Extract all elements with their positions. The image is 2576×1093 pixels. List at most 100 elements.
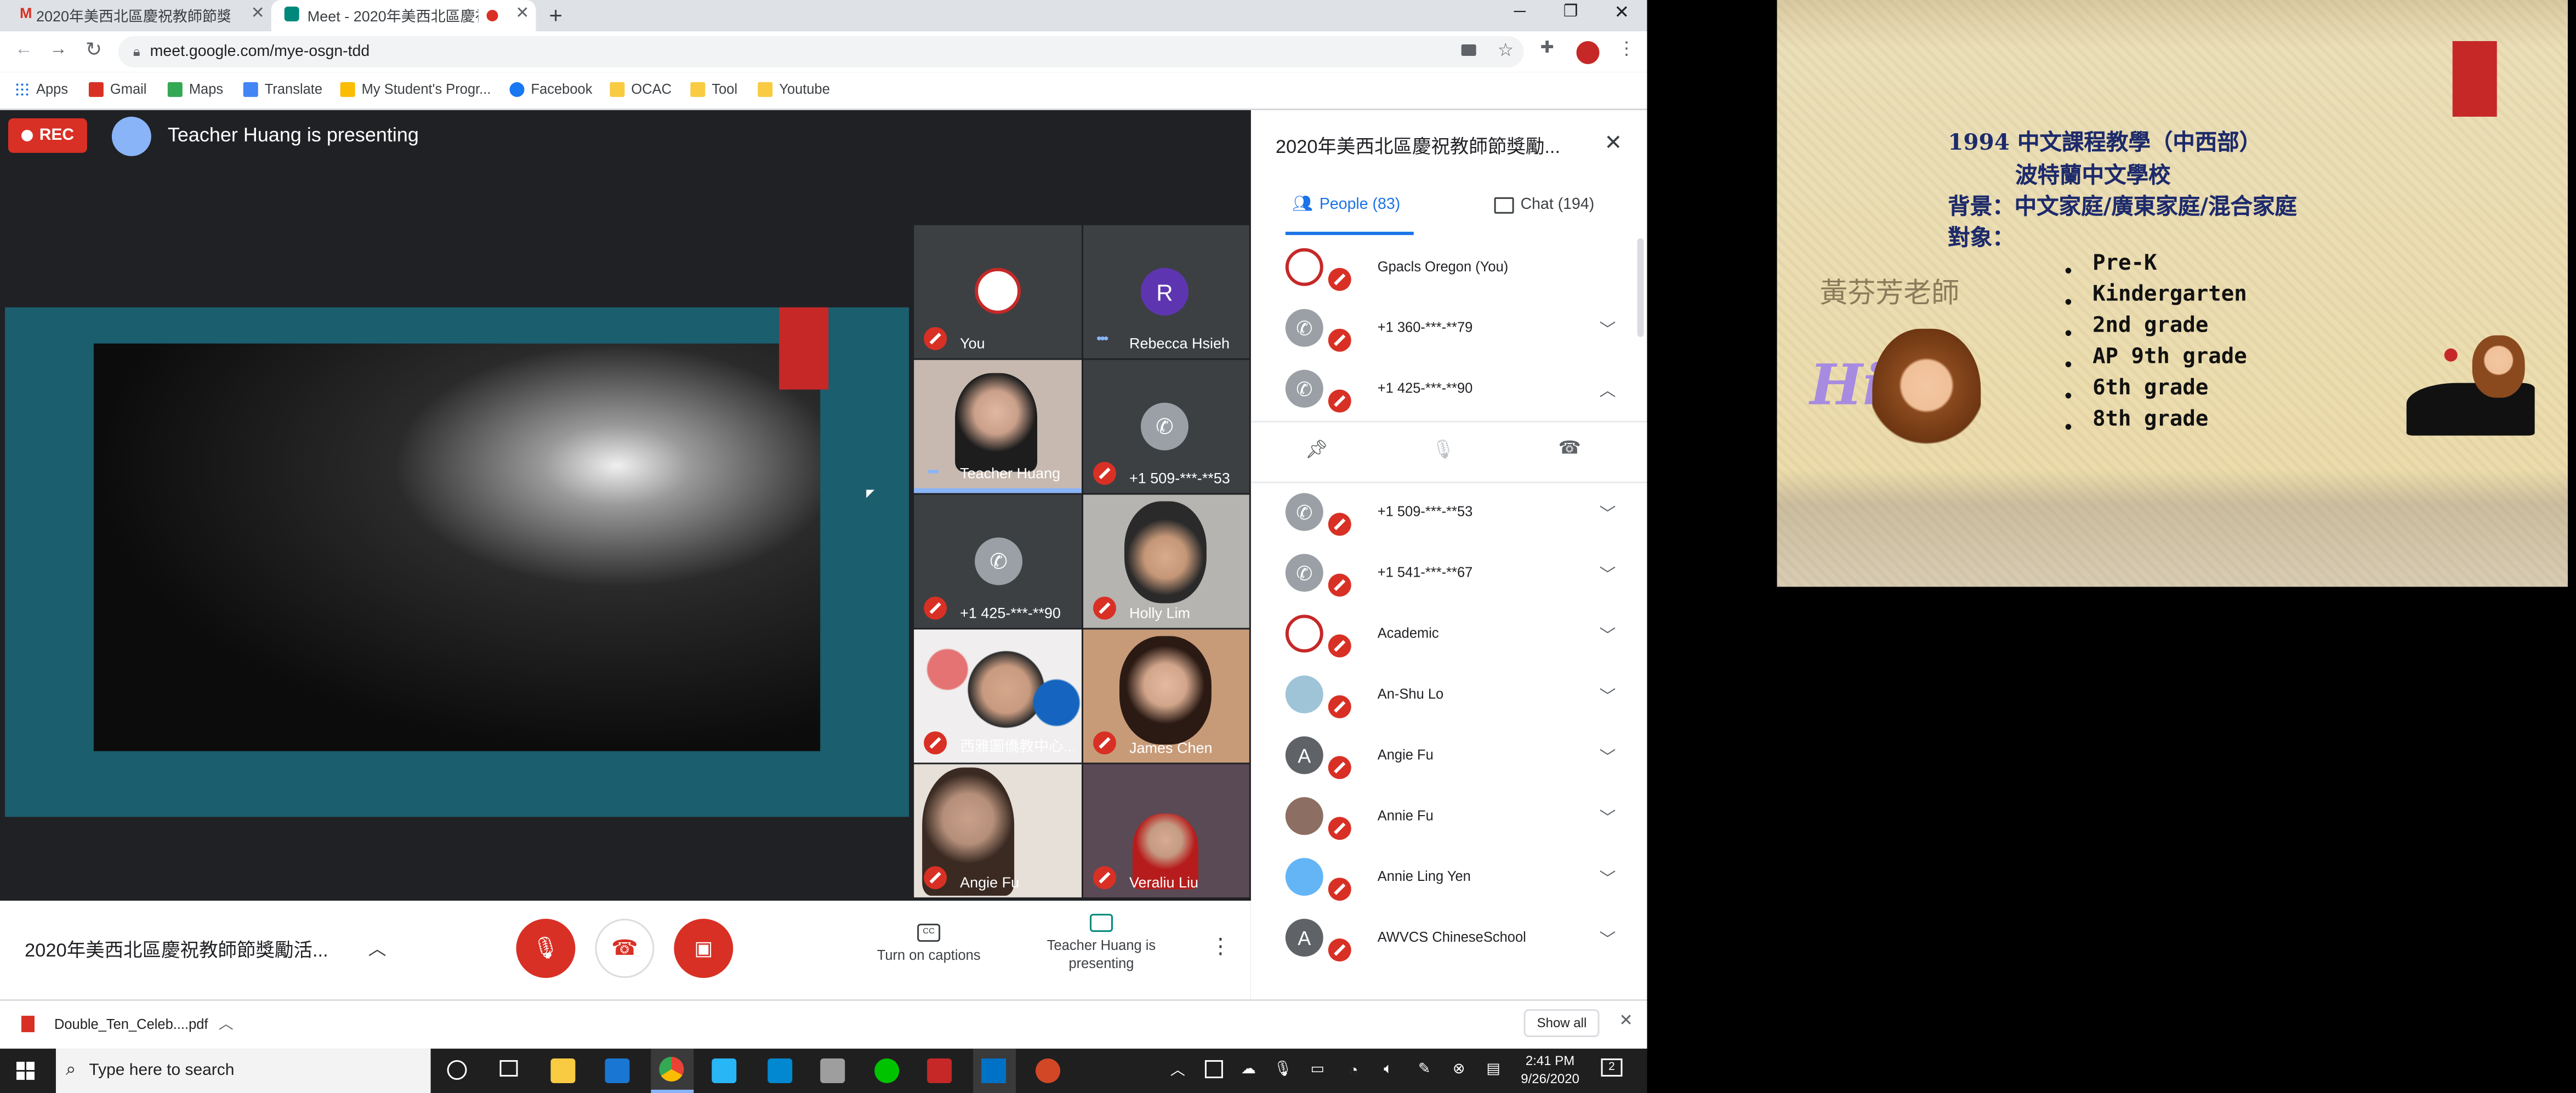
bookmark-gmail[interactable]: Gmail [88, 81, 146, 97]
participant-tile[interactable]: Veraliu Liu [1083, 764, 1249, 898]
new-tab-button[interactable]: + [549, 2, 562, 28]
remove-participant-icon[interactable]: ☎︎ [1559, 437, 1581, 459]
tab-chat[interactable]: Chat (194) [1494, 196, 1594, 214]
bookmark-student-progress[interactable]: My Student's Progr... [340, 81, 491, 97]
close-tab-icon[interactable]: ✕ [515, 5, 529, 23]
restore-button[interactable]: ❐ [1563, 3, 1578, 21]
microphone-icon[interactable]: 🎙︎ [1273, 1060, 1292, 1078]
chevron-down-icon[interactable]: ﹀ [1600, 682, 1616, 707]
chevron-down-icon[interactable]: ﹀ [1600, 804, 1616, 828]
outlook-icon[interactable] [973, 1049, 1016, 1093]
bookmark-translate[interactable]: Translate [243, 81, 322, 97]
participant-tile[interactable]: ✆ +1 425-***-**90 [914, 494, 1082, 628]
app-icon[interactable] [712, 1058, 737, 1084]
mic-toggle-button[interactable]: 🎙︎ [516, 919, 576, 978]
notifications-icon[interactable]: 2 [1601, 1058, 1623, 1077]
bookmark-maps[interactable]: Maps [167, 81, 223, 97]
participant-row[interactable]: An-Shu Lo ﹀ [1251, 664, 1647, 725]
app-icon[interactable] [820, 1058, 845, 1084]
camera-toggle-button[interactable]: ▣ [674, 919, 733, 978]
close-download-bar-icon[interactable]: ✕ [1619, 1012, 1633, 1031]
tab-gmail[interactable]: M 2020年美西北區慶祝教師節獎勵 ✕ [13, 0, 271, 31]
back-button[interactable]: ← [15, 39, 33, 59]
battery-icon[interactable]: ▭ [1309, 1060, 1327, 1078]
bookmark-tool[interactable]: Tool [690, 81, 737, 97]
taskbar-search-box[interactable]: ⌕ Type here to search [55, 1049, 431, 1093]
bookmark-ocac[interactable]: OCAC [610, 81, 672, 97]
address-bar[interactable]: 🔒︎ meet.google.com/mye-osgn-tdd [118, 36, 1524, 67]
participant-row[interactable]: Annie Fu ﹀ [1251, 785, 1647, 846]
participant-row[interactable]: ✆ +1 509-***-**53 ﹀ [1251, 482, 1647, 543]
extensions-icon[interactable]: ✚ [1540, 39, 1554, 58]
keyboard-icon[interactable]: ▤ [1485, 1060, 1503, 1078]
chrome-icon[interactable] [651, 1049, 694, 1093]
close-tab-icon[interactable]: ✕ [251, 5, 265, 23]
minimize-button[interactable]: ─ [1514, 3, 1526, 21]
participant-row[interactable]: ✆ +1 541-***-**67 ﹀ [1251, 543, 1647, 604]
profile-avatar[interactable] [1574, 39, 1601, 66]
app-icon[interactable] [767, 1058, 793, 1084]
show-all-button[interactable]: Show all [1523, 1009, 1600, 1038]
participant-row[interactable]: A AWVCS ChineseSchool ﹀ [1251, 907, 1647, 968]
chevron-down-icon[interactable]: ﹀ [1600, 621, 1616, 646]
file-explorer-icon[interactable] [550, 1058, 576, 1084]
bookmark-youtube[interactable]: Youtube [758, 81, 830, 97]
more-options-icon[interactable]: ⋮ [1210, 933, 1231, 960]
download-item[interactable]: Double_Ten_Celeb....pdf [54, 1016, 208, 1032]
participant-tile[interactable]: ✆ +1 509-***-**53 [1083, 360, 1249, 493]
browser-menu-icon[interactable]: ⋮ [1618, 38, 1636, 59]
task-view-icon[interactable] [499, 1060, 518, 1077]
participant-tile[interactable]: Angie Fu [914, 764, 1082, 898]
close-panel-icon[interactable]: ✕ [1605, 130, 1623, 156]
onedrive-icon[interactable]: ☁︎ [1239, 1060, 1258, 1078]
app-icon[interactable] [927, 1058, 952, 1084]
chevron-down-icon[interactable]: ﹀ [1600, 560, 1616, 585]
participant-tile[interactable]: James Chen [1083, 629, 1249, 763]
bookmark-apps[interactable]: Apps [14, 81, 68, 97]
close-window-button[interactable]: ✕ [1614, 2, 1630, 23]
participant-row[interactable]: ✆ +1 360-***-**79 ﹀ [1251, 298, 1647, 358]
cortana-icon[interactable] [447, 1060, 467, 1080]
chevron-down-icon[interactable]: ﹀ [1600, 316, 1616, 340]
participant-row[interactable]: ✆ +1 425-***-**90 ︿ [1251, 358, 1647, 419]
status-icon[interactable]: ⊗ [1450, 1060, 1468, 1078]
download-options-chevron-icon[interactable]: ︿ [219, 1012, 234, 1034]
powerpoint-icon[interactable] [1036, 1058, 1061, 1084]
wifi-icon[interactable]: ◔ [1345, 1060, 1363, 1078]
reload-button[interactable]: ↻ [86, 38, 102, 61]
presenting-button[interactable]: Teacher Huang is presenting [1036, 914, 1167, 973]
chevron-down-icon[interactable]: ﹀ [1600, 925, 1616, 950]
bookmark-facebook[interactable]: Facebook [509, 81, 592, 97]
participant-row[interactable]: A Angie Fu ﹀ [1251, 725, 1647, 785]
participant-tile[interactable]: ••• Teacher Huang [914, 360, 1082, 493]
volume-icon[interactable]: 🔈︎ [1379, 1060, 1397, 1078]
chevron-down-icon[interactable]: ﹀ [1600, 743, 1616, 767]
participant-tile[interactable]: R ••• Rebecca Hsieh [1083, 225, 1249, 358]
tab-meet[interactable]: Meet - 2020年美西北區慶祝 ✕ [271, 0, 536, 31]
taskbar-clock[interactable]: 2:41 PM 9/26/2020 [1516, 1052, 1585, 1088]
participant-tile[interactable]: Holly Lim [1083, 494, 1249, 628]
star-icon[interactable]: ☆ [1498, 39, 1514, 61]
camera-blocked-icon[interactable] [1461, 44, 1476, 56]
mute-participant-icon[interactable]: 🎙︎ [1432, 439, 1455, 460]
chevron-down-icon[interactable]: ﹀ [1600, 864, 1616, 889]
captions-button[interactable]: CC Turn on captions [863, 924, 994, 963]
mail-icon[interactable] [605, 1058, 630, 1084]
line-icon[interactable] [874, 1058, 900, 1084]
participant-row[interactable]: Gpacls Oregon (You) [1251, 237, 1647, 298]
windows-start-icon[interactable] [16, 1062, 35, 1080]
tray-chevron-up-icon[interactable]: ︿ [1169, 1060, 1187, 1078]
meeting-details-chevron-icon[interactable]: ︿ [368, 935, 386, 961]
forward-button[interactable]: → [49, 39, 67, 59]
participant-row[interactable]: Academic ﹀ [1251, 603, 1647, 664]
meeting-title[interactable]: 2020年美西北區慶祝教師節獎勵活... [25, 937, 328, 963]
participant-tile[interactable]: You [914, 225, 1082, 358]
tab-people[interactable]: 👥︎ People (83) [1292, 196, 1400, 214]
participant-row[interactable]: Annie Ling Yen ﹀ [1251, 846, 1647, 907]
pen-icon[interactable]: ✎ [1415, 1060, 1434, 1078]
chevron-down-icon[interactable]: ﹀ [1600, 500, 1616, 525]
tray-icon[interactable] [1204, 1060, 1223, 1079]
leave-call-button[interactable]: ☎︎ [595, 919, 655, 978]
pin-icon[interactable]: 📌︎ [1305, 439, 1328, 460]
chevron-up-icon[interactable]: ︿ [1600, 377, 1616, 401]
